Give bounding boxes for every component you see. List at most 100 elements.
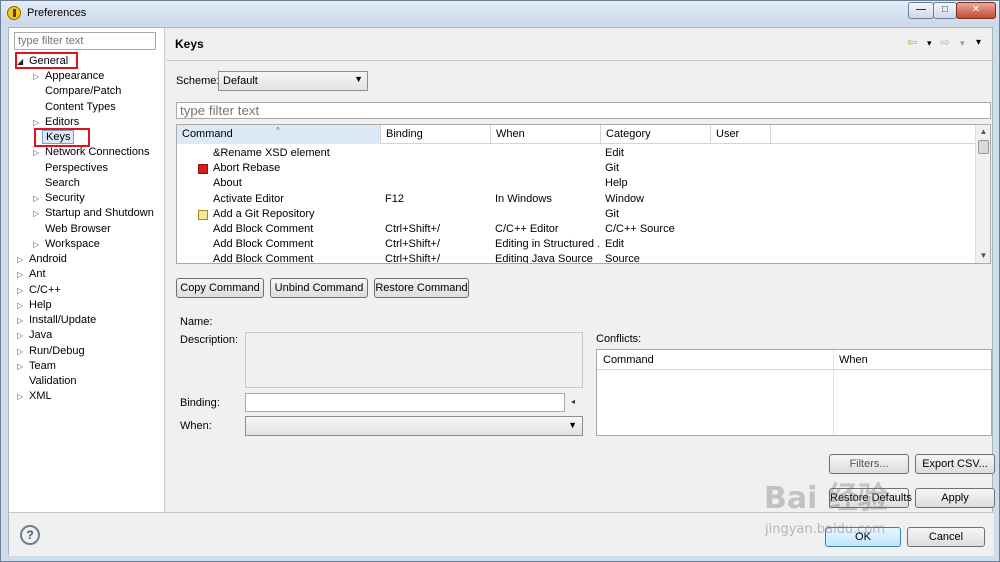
tree-item-ant[interactable]: ▷ Ant (17, 267, 46, 282)
expand-arrow-icon[interactable]: ▷ (17, 283, 23, 298)
column-label: Command (182, 128, 233, 140)
maximize-button[interactable]: □ (933, 2, 957, 19)
tree-item-perspectives[interactable]: Perspectives (45, 161, 108, 176)
preferences-window: Preferences — □ ✕ ◢ General ▷ Appearance… (0, 0, 1000, 562)
table-row[interactable]: Abort Rebase Git (177, 161, 976, 176)
commands-table[interactable]: Command ^ Binding When Category User &Re… (176, 124, 991, 264)
conflicts-column-when[interactable]: When (839, 354, 868, 366)
expand-arrow-icon[interactable]: ▷ (33, 237, 39, 252)
expand-arrow-icon[interactable]: ▷ (17, 267, 23, 282)
tree-item-team[interactable]: ▷ Team (17, 359, 56, 374)
cell-category: Edit (605, 238, 624, 250)
expand-arrow-icon[interactable]: ▷ (17, 344, 23, 359)
tree-item-security[interactable]: ▷ Security (33, 191, 85, 206)
expand-arrow-icon[interactable]: ▷ (17, 252, 23, 267)
tree-item-search[interactable]: Search (45, 176, 80, 191)
ok-button[interactable]: OK (825, 527, 901, 547)
dialog-button-bar: ? OK Cancel (9, 512, 994, 556)
expand-arrow-icon[interactable]: ▷ (17, 328, 23, 343)
cell-category: Source (605, 253, 640, 264)
binding-menu-icon[interactable]: ◂ (571, 397, 575, 406)
conflicts-column-command[interactable]: Command (603, 354, 654, 366)
cell-when: Editing Java Source (495, 253, 593, 264)
conflicts-table[interactable]: Command When (596, 349, 992, 436)
tree-item-workspace[interactable]: ▷ Workspace (33, 237, 100, 252)
binding-input[interactable] (245, 393, 565, 412)
tree-item-label: Workspace (45, 238, 100, 250)
table-row[interactable]: Add Block Comment Ctrl+Shift+/ Editing i… (177, 237, 976, 252)
forward-history-dropdown-icon[interactable]: ▾ (960, 38, 965, 49)
forward-arrow-icon[interactable]: ⇨ (940, 35, 950, 49)
view-menu-icon[interactable]: ▾ (976, 37, 981, 48)
dialog-client-area: ◢ General ▷ Appearance Compare/Patch Con… (8, 27, 995, 556)
export-csv-button[interactable]: Export CSV... (915, 454, 995, 474)
expand-arrow-icon[interactable]: ▷ (33, 145, 39, 160)
tree-item-help[interactable]: ▷ Help (17, 298, 52, 313)
tree-item-web-browser[interactable]: Web Browser (45, 222, 111, 237)
expand-arrow-icon[interactable]: ▷ (33, 69, 39, 84)
tree-item-android[interactable]: ▷ Android (17, 252, 67, 267)
expand-arrow-icon[interactable]: ▷ (17, 313, 23, 328)
filters-button[interactable]: Filters... (829, 454, 909, 474)
table-row[interactable]: Add Block Comment Ctrl+Shift+/ Editing J… (177, 252, 976, 264)
tree-item-label: Content Types (45, 101, 116, 113)
tree-item-label: Web Browser (45, 223, 111, 235)
column-header-user[interactable]: User (711, 125, 771, 144)
expand-arrow-icon[interactable]: ▷ (17, 359, 23, 374)
tree-item-run-debug[interactable]: ▷ Run/Debug (17, 344, 85, 359)
minimize-button[interactable]: — (908, 2, 934, 19)
tree-item-c-cpp[interactable]: ▷ C/C++ (17, 283, 61, 298)
cell-command: &Rename XSD element (213, 147, 330, 159)
unbind-command-button[interactable]: Unbind Command (270, 278, 368, 298)
command-filter-input[interactable] (176, 102, 991, 119)
table-vertical-scrollbar[interactable]: ▲ ▼ (975, 125, 990, 263)
scrollbar-thumb[interactable] (978, 140, 989, 154)
binding-label: Binding: (180, 397, 220, 409)
close-button[interactable]: ✕ (956, 2, 996, 19)
expand-arrow-icon[interactable]: ▷ (17, 389, 23, 404)
keys-annotation-box (34, 128, 90, 147)
tree-item-content-types[interactable]: Content Types (45, 100, 116, 115)
table-row[interactable]: &Rename XSD element Edit (177, 146, 976, 161)
expand-arrow-icon[interactable]: ▷ (33, 191, 39, 206)
table-header: Command ^ Binding When Category User (177, 125, 976, 144)
cancel-button[interactable]: Cancel (907, 527, 985, 547)
help-icon[interactable]: ? (20, 525, 40, 545)
table-row[interactable]: Add a Git Repository Git (177, 207, 976, 222)
title-bar[interactable]: Preferences — □ ✕ (1, 1, 999, 25)
expand-arrow-icon[interactable]: ▷ (17, 298, 23, 313)
tree-item-network-connections[interactable]: ▷ Network Connections (33, 145, 150, 160)
copy-command-button[interactable]: Copy Command (176, 278, 264, 298)
tree-item-xml[interactable]: ▷ XML (17, 389, 52, 404)
table-row[interactable]: Add Block Comment Ctrl+Shift+/ C/C++ Edi… (177, 222, 976, 237)
restore-command-button[interactable]: Restore Command (374, 278, 469, 298)
column-header-command[interactable]: Command ^ (177, 125, 381, 144)
column-header-when[interactable]: When (491, 125, 601, 144)
scroll-down-icon[interactable]: ▼ (976, 249, 990, 263)
expand-arrow-icon[interactable]: ▷ (33, 206, 39, 221)
cell-when: In Windows (495, 193, 552, 205)
back-history-dropdown-icon[interactable]: ▾ (927, 38, 932, 49)
table-row[interactable]: Activate Editor F12 In Windows Window (177, 192, 976, 207)
tree-item-java[interactable]: ▷ Java (17, 328, 52, 343)
tree-item-startup-shutdown[interactable]: ▷ Startup and Shutdown (33, 206, 154, 221)
column-label: Binding (386, 128, 423, 140)
column-header-binding[interactable]: Binding (381, 125, 491, 144)
cell-category: Git (605, 208, 620, 220)
tree-item-appearance[interactable]: ▷ Appearance (33, 69, 104, 84)
apply-button[interactable]: Apply (915, 488, 995, 508)
column-header-category[interactable]: Category (601, 125, 711, 144)
tree-item-compare-patch[interactable]: Compare/Patch (45, 84, 121, 99)
back-arrow-icon[interactable]: ⇦ (907, 35, 917, 49)
cell-binding: Ctrl+Shift+/ (385, 238, 441, 250)
when-select[interactable]: ▼ (245, 416, 583, 436)
window-title: Preferences (27, 7, 87, 19)
tree-item-install-update[interactable]: ▷ Install/Update (17, 313, 96, 328)
scroll-up-icon[interactable]: ▲ (976, 125, 990, 139)
restore-defaults-button[interactable]: Restore Defaults (829, 488, 912, 508)
scheme-select[interactable]: Default ▼ (218, 71, 368, 91)
tree-item-validation[interactable]: Validation (29, 374, 77, 389)
tree-filter-input[interactable] (14, 32, 156, 50)
column-label: When (496, 128, 525, 140)
table-row[interactable]: About Help (177, 176, 976, 191)
